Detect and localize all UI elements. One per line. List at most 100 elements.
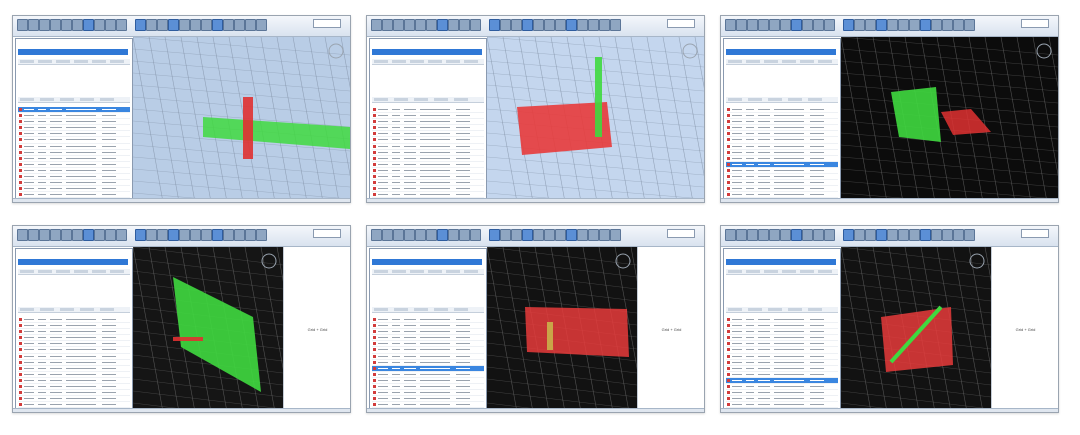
toolbar-icon[interactable] <box>725 229 736 241</box>
toolbar-icon[interactable] <box>168 19 179 31</box>
toolbar-icon[interactable] <box>577 229 588 241</box>
search-input[interactable] <box>313 19 341 28</box>
toolbar-icon[interactable] <box>116 229 127 241</box>
tab-item[interactable] <box>782 60 796 63</box>
toolbar-icon[interactable] <box>791 229 802 241</box>
toolbar-icon[interactable] <box>459 229 470 241</box>
toolbar-icon[interactable] <box>802 229 813 241</box>
toolbar-button[interactable] <box>80 98 94 101</box>
toolbar-button[interactable] <box>414 98 428 101</box>
toolbar-icon[interactable] <box>448 229 459 241</box>
toolbar-icon[interactable] <box>843 229 854 241</box>
toolbar-icon[interactable] <box>382 229 393 241</box>
toolbar-icon[interactable] <box>256 19 267 31</box>
toolbar-icon[interactable] <box>245 19 256 31</box>
3d-viewport[interactable] <box>487 247 637 412</box>
toolbar-button[interactable] <box>454 98 468 101</box>
toolbar-icon[interactable] <box>382 19 393 31</box>
toolbar-icon[interactable] <box>931 19 942 31</box>
toolbar-icon[interactable] <box>876 19 887 31</box>
toolbar-icon[interactable] <box>17 19 28 31</box>
toolbar-icon[interactable] <box>813 19 824 31</box>
toolbar-icon[interactable] <box>83 229 94 241</box>
tab-item[interactable] <box>374 60 388 63</box>
toolbar-icon[interactable] <box>588 229 599 241</box>
toolbar-button[interactable] <box>788 98 802 101</box>
toolbar-icon[interactable] <box>747 229 758 241</box>
toolbar-button[interactable] <box>80 308 94 311</box>
toolbar-icon[interactable] <box>437 19 448 31</box>
tab-item[interactable] <box>38 270 52 273</box>
toolbar-icon[interactable] <box>72 19 83 31</box>
tab-item[interactable] <box>428 60 442 63</box>
toolbar-button[interactable] <box>394 98 408 101</box>
toolbar-button[interactable] <box>40 98 54 101</box>
tab-item[interactable] <box>464 60 478 63</box>
tab-item[interactable] <box>464 270 478 273</box>
toolbar-button[interactable] <box>20 308 34 311</box>
toolbar-icon[interactable] <box>533 19 544 31</box>
toolbar-icon[interactable] <box>843 19 854 31</box>
tab-item[interactable] <box>92 60 106 63</box>
toolbar-icon[interactable] <box>533 229 544 241</box>
toolbar-icon[interactable] <box>898 229 909 241</box>
toolbar-icon[interactable] <box>94 229 105 241</box>
toolbar-icon[interactable] <box>500 229 511 241</box>
toolbar-icon[interactable] <box>964 229 975 241</box>
toolbar-icon[interactable] <box>920 229 931 241</box>
search-input[interactable] <box>313 229 341 238</box>
toolbar-icon[interactable] <box>61 229 72 241</box>
toolbar-icon[interactable] <box>725 19 736 31</box>
search-input[interactable] <box>1021 229 1049 238</box>
toolbar-icon[interactable] <box>887 19 898 31</box>
tab-item[interactable] <box>410 60 424 63</box>
toolbar-icon[interactable] <box>105 19 116 31</box>
toolbar-icon[interactable] <box>157 229 168 241</box>
toolbar-icon[interactable] <box>28 19 39 31</box>
toolbar-icon[interactable] <box>522 229 533 241</box>
search-input[interactable] <box>667 229 695 238</box>
toolbar-button[interactable] <box>374 98 388 101</box>
tab-item[interactable] <box>56 270 70 273</box>
toolbar-icon[interactable] <box>234 19 245 31</box>
toolbar-icon[interactable] <box>157 19 168 31</box>
toolbar-icon[interactable] <box>404 229 415 241</box>
3d-viewport[interactable] <box>841 37 1058 202</box>
toolbar-button[interactable] <box>748 308 762 311</box>
toolbar-button[interactable] <box>394 308 408 311</box>
toolbar-button[interactable] <box>808 308 822 311</box>
tab-item[interactable] <box>92 270 106 273</box>
toolbar-icon[interactable] <box>135 229 146 241</box>
toolbar-icon[interactable] <box>909 229 920 241</box>
toolbar-icon[interactable] <box>168 229 179 241</box>
toolbar-button[interactable] <box>728 98 742 101</box>
toolbar-button[interactable] <box>414 308 428 311</box>
toolbar-icon[interactable] <box>404 19 415 31</box>
toolbar-icon[interactable] <box>522 19 533 31</box>
tab-item[interactable] <box>782 270 796 273</box>
tab-item[interactable] <box>800 60 814 63</box>
toolbar-button[interactable] <box>374 308 388 311</box>
search-input[interactable] <box>667 19 695 28</box>
toolbar-icon[interactable] <box>769 19 780 31</box>
toolbar-button[interactable] <box>768 98 782 101</box>
toolbar-icon[interactable] <box>780 19 791 31</box>
toolbar-icon[interactable] <box>920 19 931 31</box>
tab-item[interactable] <box>800 270 814 273</box>
toolbar-icon[interactable] <box>610 229 621 241</box>
toolbar-icon[interactable] <box>566 229 577 241</box>
toolbar-icon[interactable] <box>415 19 426 31</box>
toolbar-icon[interactable] <box>393 19 404 31</box>
tab-item[interactable] <box>746 60 760 63</box>
toolbar-icon[interactable] <box>72 229 83 241</box>
toolbar-icon[interactable] <box>489 229 500 241</box>
toolbar-icon[interactable] <box>953 19 964 31</box>
toolbar-button[interactable] <box>454 308 468 311</box>
toolbar-icon[interactable] <box>28 229 39 241</box>
toolbar-icon[interactable] <box>942 19 953 31</box>
toolbar-icon[interactable] <box>876 229 887 241</box>
toolbar-icon[interactable] <box>105 229 116 241</box>
toolbar-icon[interactable] <box>448 19 459 31</box>
toolbar-icon[interactable] <box>17 229 28 241</box>
tab-item[interactable] <box>392 270 406 273</box>
